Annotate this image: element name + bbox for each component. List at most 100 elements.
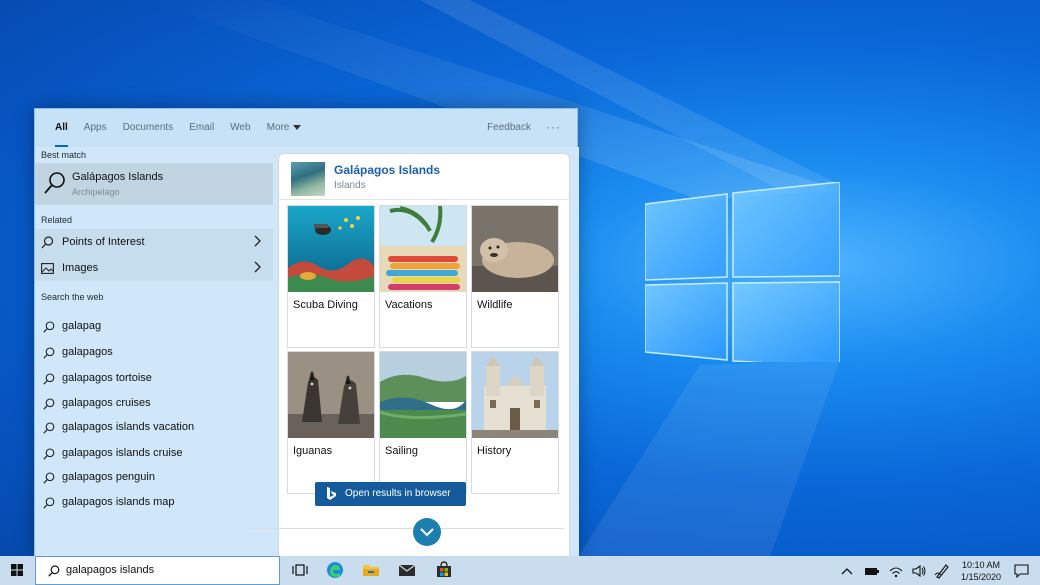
tile-label: Scuba Diving (293, 299, 358, 311)
clock-date: 1/15/2020 (960, 572, 1002, 582)
history-image (472, 352, 558, 438)
best-match-title: Galápagos Islands (72, 171, 164, 183)
expand-more-button[interactable] (413, 518, 441, 546)
wifi-icon[interactable] (888, 563, 904, 579)
related-item-images[interactable]: Images (35, 255, 273, 281)
related-item-label: Images (62, 262, 99, 274)
filter-bar: All Apps Documents Email Web More Feedba… (35, 109, 577, 147)
tab-apps[interactable]: Apps (76, 109, 115, 147)
web-suggestion-item[interactable]: galapagos penguin (35, 466, 273, 490)
pen-workspace-icon[interactable] (934, 563, 950, 579)
web-suggestion-item[interactable]: galapagos islands vacation (35, 416, 273, 440)
search-icon (43, 347, 55, 359)
tab-web[interactable]: Web (222, 109, 258, 147)
search-icon (43, 497, 55, 509)
battery-icon[interactable] (864, 563, 880, 579)
windows-logo (645, 182, 840, 362)
web-suggestion-item[interactable]: galapagos tortoise (35, 367, 273, 391)
tile-vacations[interactable]: Vacations (379, 205, 467, 348)
edge-button[interactable] (318, 556, 352, 585)
vacations-image (380, 206, 466, 292)
volume-icon[interactable] (911, 563, 927, 579)
search-icon (41, 236, 54, 249)
more-options-button[interactable]: ··· (546, 109, 561, 147)
web-suggestion-label: galapagos penguin (62, 471, 155, 483)
related-item-label: Points of Interest (62, 236, 145, 248)
tab-more[interactable]: More (259, 109, 310, 147)
chevron-right-icon (254, 261, 261, 273)
tile-sailing[interactable]: Sailing (379, 351, 467, 494)
search-icon (48, 565, 60, 577)
taskbar-search-box[interactable] (35, 556, 280, 585)
mail-button[interactable] (390, 556, 424, 585)
web-suggestion-item[interactable]: galapagos islands map (35, 491, 273, 515)
search-icon (43, 472, 55, 484)
scuba-diving-image (288, 206, 374, 292)
mail-icon (398, 564, 416, 576)
search-icon (43, 422, 55, 434)
tab-documents[interactable]: Documents (115, 109, 182, 147)
store-icon (437, 561, 451, 577)
task-view-button[interactable] (283, 556, 317, 585)
web-suggestion-label: galapagos islands cruise (62, 447, 183, 459)
web-suggestion-label: galapag (62, 320, 102, 332)
web-suggestion-item[interactable]: galapagos cruises (35, 392, 273, 416)
feedback-link[interactable]: Feedback (487, 109, 531, 147)
web-suggestion-label: galapagos cruises (62, 397, 151, 409)
task-view-icon (292, 564, 308, 576)
tile-iguanas[interactable]: Iguanas (287, 351, 375, 494)
best-match-subtitle: Archipelago (72, 187, 120, 197)
search-panel: All Apps Documents Email Web More Feedba… (34, 108, 579, 557)
search-icon (43, 321, 55, 333)
web-suggestion-label: galapagos islands map (62, 496, 175, 508)
search-input[interactable] (66, 564, 266, 576)
preview-subtitle: Islands (334, 180, 366, 191)
best-match-item[interactable]: Galápagos Islands Archipelago (35, 163, 273, 205)
tile-history[interactable]: History (471, 351, 559, 494)
web-suggestion-label: galapagos (62, 346, 113, 358)
preview-title[interactable]: Galápagos Islands (334, 163, 440, 177)
web-suggestion-item[interactable]: galapagos (35, 341, 273, 365)
file-explorer-icon (363, 565, 379, 576)
web-suggestion-item[interactable]: galapagos islands cruise (35, 442, 273, 466)
web-suggestion-label: galapagos tortoise (62, 372, 152, 384)
related-heading: Related (41, 215, 73, 225)
web-suggestion-item[interactable]: galapag (35, 315, 273, 339)
chevron-down-icon (293, 124, 302, 130)
search-web-heading: Search the web (41, 292, 104, 302)
tile-label: Iguanas (293, 445, 333, 457)
chevron-right-icon (254, 235, 261, 247)
system-clock[interactable]: 10:10 AM 1/15/2020 (955, 559, 1007, 583)
taskbar: 10:10 AM 1/15/2020 (0, 556, 1040, 585)
open-in-browser-label: Open results in browser (345, 488, 451, 499)
file-explorer-button[interactable] (354, 556, 388, 585)
related-item-points-of-interest[interactable]: Points of Interest (35, 229, 273, 255)
card-divider (248, 528, 564, 529)
tile-label: History (477, 445, 512, 457)
tab-all[interactable]: All (47, 109, 76, 147)
tab-email[interactable]: Email (181, 109, 222, 147)
search-icon (43, 398, 55, 410)
tile-scuba-diving[interactable]: Scuba Diving (287, 205, 375, 348)
preview-header[interactable]: Galápagos Islands Islands (279, 154, 569, 200)
tile-label: Vacations (385, 299, 433, 311)
iguanas-image (288, 352, 374, 438)
image-icon (41, 263, 54, 274)
tile-wildlife[interactable]: Wildlife (471, 205, 559, 348)
search-icon (43, 448, 55, 460)
tab-more-label: More (266, 122, 290, 133)
notification-icon[interactable] (1014, 563, 1029, 578)
windows-start-icon (11, 564, 23, 576)
store-button[interactable] (427, 556, 461, 585)
wildlife-image (472, 206, 558, 292)
chevron-up-icon[interactable] (839, 563, 855, 579)
open-in-browser-button[interactable]: Open results in browser (315, 482, 466, 506)
start-button[interactable] (0, 556, 34, 585)
search-icon (44, 172, 65, 194)
best-match-heading: Best match (41, 150, 87, 160)
edge-icon (327, 562, 343, 578)
bing-icon (327, 487, 336, 500)
sailing-image (380, 352, 466, 438)
results-list: Best match Galápagos Islands Archipelago… (35, 147, 273, 557)
web-suggestion-label: galapagos islands vacation (62, 421, 195, 433)
